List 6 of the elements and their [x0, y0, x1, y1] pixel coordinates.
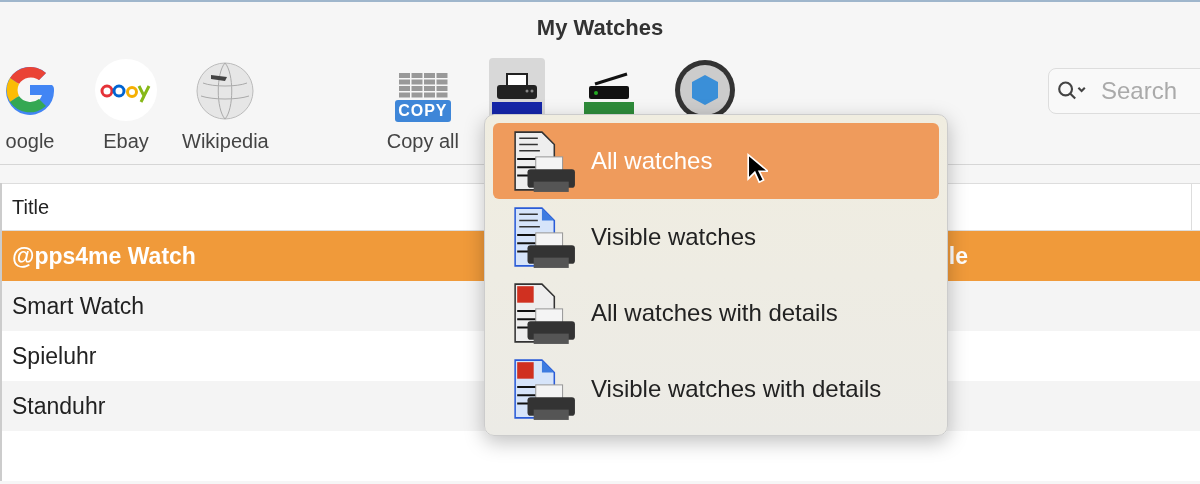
table-cell-text: Smart Watch: [11, 292, 145, 320]
table-cell-text: @pps4me Watch: [11, 242, 196, 270]
table-cell-text: Standuhr: [11, 392, 106, 420]
table-cell-text: le: [947, 242, 968, 270]
table-cell-text: Spieluhr: [11, 342, 97, 370]
window-title: My Watches: [536, 15, 664, 41]
